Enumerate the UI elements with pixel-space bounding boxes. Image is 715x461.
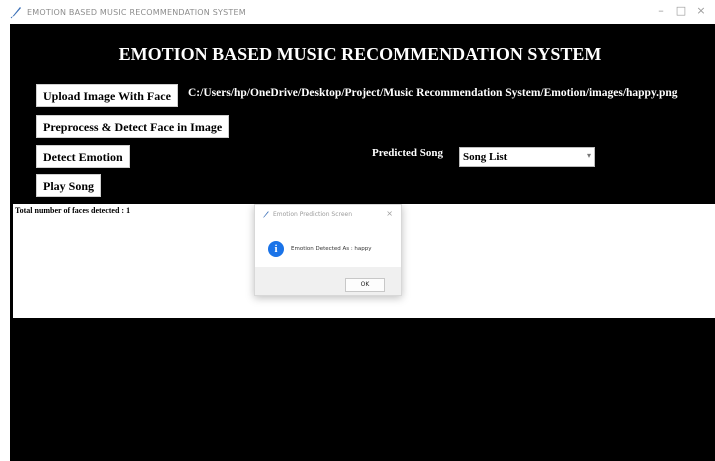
window-title-bar: EMOTION BASED MUSIC RECOMMENDATION SYSTE… [0, 0, 715, 24]
info-icon: i [268, 241, 284, 257]
faces-detected-text: Total number of faces detected : 1 [15, 206, 131, 215]
song-list-combobox[interactable]: Song List ▾ [459, 147, 595, 167]
detect-emotion-button[interactable]: Detect Emotion [36, 145, 130, 168]
close-button[interactable]: × [693, 4, 709, 17]
dialog-title-bar: Emotion Prediction Screen × [255, 205, 401, 225]
ok-button[interactable]: OK [345, 278, 385, 292]
dialog-footer: OK [255, 267, 401, 295]
upload-image-button[interactable]: Upload Image With Face [36, 84, 178, 107]
image-path-label: C:/Users/hp/OneDrive/Desktop/Project/Mus… [188, 87, 678, 99]
maximize-button[interactable]: □ [673, 4, 689, 17]
window-title: EMOTION BASED MUSIC RECOMMENDATION SYSTE… [27, 7, 246, 17]
chevron-down-icon[interactable]: ▾ [587, 151, 591, 160]
play-song-button[interactable]: Play Song [36, 174, 102, 197]
page-title: EMOTION BASED MUSIC RECOMMENDATION SYSTE… [118, 44, 602, 64]
dialog-message: Emotion Detected As : happy [291, 246, 372, 252]
song-list-value: Song List [463, 151, 508, 163]
feather-icon [10, 7, 21, 19]
feather-icon [262, 211, 269, 218]
dialog-close-button[interactable]: × [386, 209, 393, 218]
emotion-result-dialog: Emotion Prediction Screen × i Emotion De… [254, 204, 402, 296]
minimize-button[interactable]: – [653, 4, 669, 17]
dialog-title: Emotion Prediction Screen [273, 211, 353, 218]
preprocess-detect-face-button[interactable]: Preprocess & Detect Face in Image [36, 115, 230, 138]
predicted-song-label: Predicted Song [372, 147, 443, 159]
